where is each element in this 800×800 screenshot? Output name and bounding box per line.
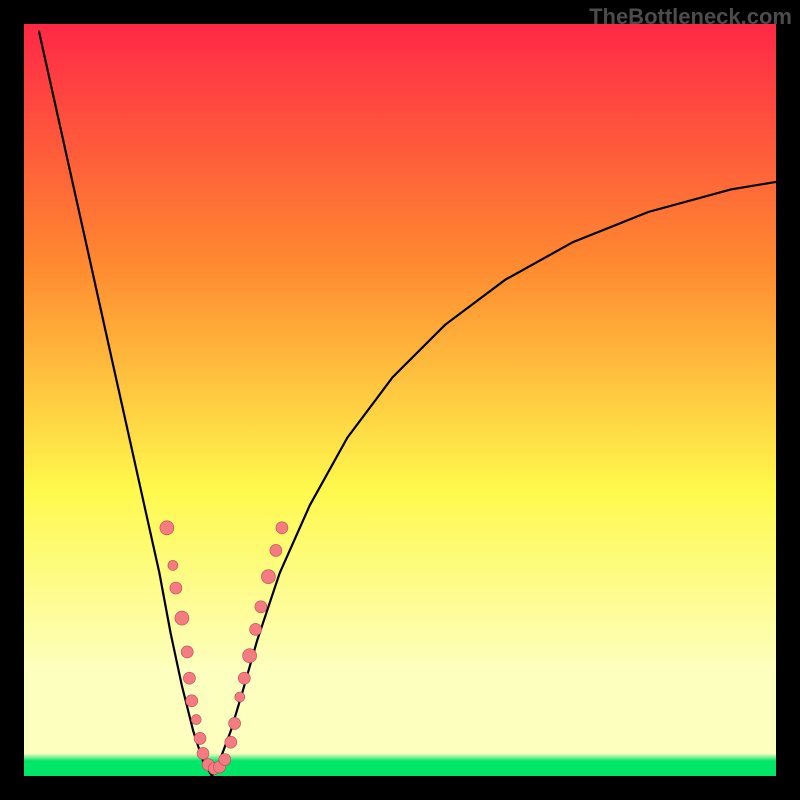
data-point [160, 521, 174, 535]
data-point [183, 672, 195, 684]
data-point [261, 570, 275, 584]
chart-stage: TheBottleneck.com [0, 0, 800, 800]
data-point [235, 692, 245, 702]
data-point [194, 732, 206, 744]
data-point [181, 646, 193, 658]
data-point [197, 747, 209, 759]
data-point [255, 601, 267, 613]
data-point [276, 522, 288, 534]
data-point [243, 649, 257, 663]
watermark-text: TheBottleneck.com [589, 4, 792, 30]
data-point [175, 611, 189, 625]
chart-svg [0, 0, 800, 800]
data-point [238, 672, 250, 684]
data-point [219, 754, 231, 766]
data-point [168, 560, 178, 570]
data-point [191, 715, 201, 725]
data-point [170, 582, 182, 594]
data-point [250, 623, 262, 635]
data-point [225, 736, 237, 748]
data-point [229, 717, 241, 729]
data-point [270, 544, 282, 556]
data-point [186, 695, 198, 707]
